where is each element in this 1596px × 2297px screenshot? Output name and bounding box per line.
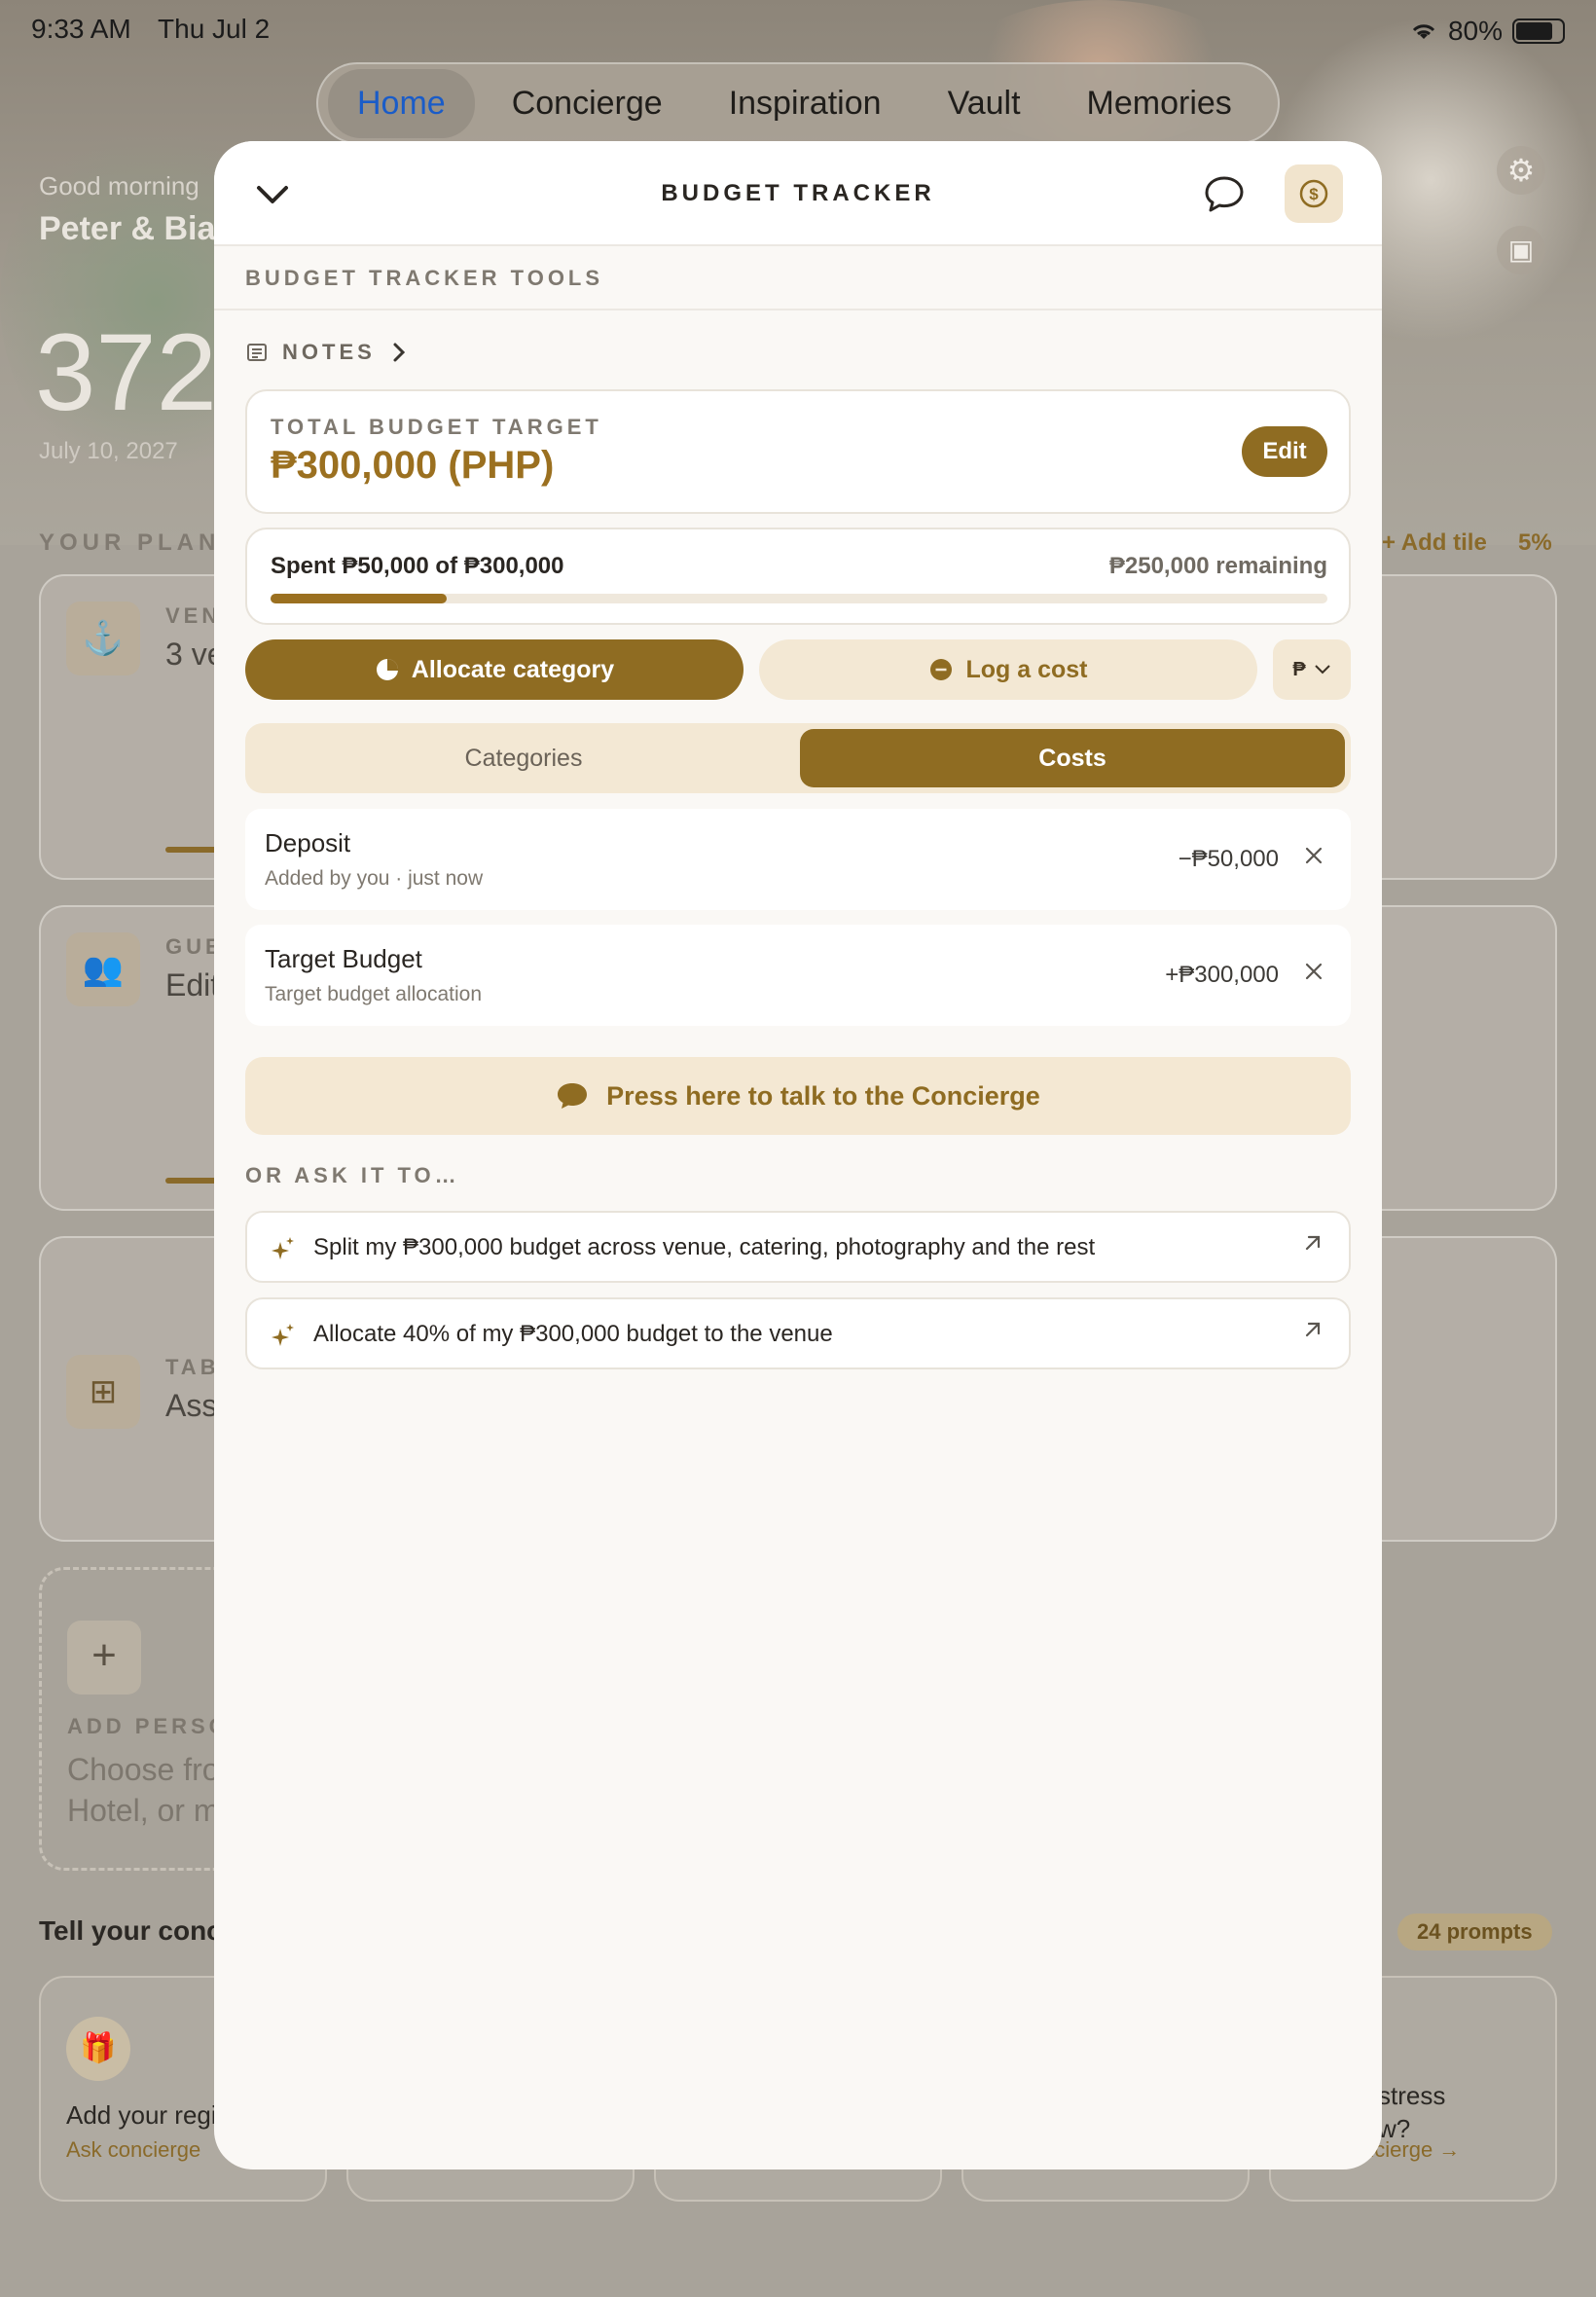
notes-link[interactable]: NOTES: [245, 340, 409, 365]
status-bar: 9:33 AM Thu Jul 2 80%: [31, 14, 1565, 49]
battery-percent: 80%: [1447, 16, 1503, 46]
dollar-button[interactable]: $: [1285, 164, 1343, 223]
tools-heading: BUDGET TRACKER TOOLS: [245, 266, 604, 290]
chevron-right-icon: [393, 343, 405, 362]
talk-to-concierge-button[interactable]: Press here to talk to the Concierge: [245, 1057, 1351, 1135]
prompt-title: Add your regi: [66, 2100, 217, 2130]
status-time: 9:33 AM: [31, 14, 131, 44]
sparkle-icon: [272, 1324, 294, 1346]
add-image-icon[interactable]: ▣: [1497, 226, 1545, 274]
log-cost-label: Log a cost: [965, 655, 1088, 683]
spent-progress-fill: [271, 594, 448, 603]
close-icon[interactable]: [1300, 842, 1327, 869]
chevron-down-icon: [1314, 665, 1330, 675]
divider: [214, 309, 1382, 310]
card-label: TAB: [165, 1355, 220, 1379]
spent-summary: Spent ₱50,000 of ₱300,000 ₱250,000 remai…: [245, 528, 1351, 625]
prompt-title: stress w?: [1378, 2081, 1446, 2143]
prompts-badge: 24 prompts: [1397, 1914, 1552, 1951]
add-tile-button[interactable]: + Add tile: [1382, 529, 1487, 557]
cost-row[interactable]: Deposit Added by you · just now −₱50,000: [245, 809, 1351, 910]
sparkle-icon: [272, 1237, 294, 1259]
couple-names: Peter & Biar: [39, 210, 229, 247]
spent-progress-track: [271, 594, 1327, 603]
tab-costs[interactable]: Costs: [800, 729, 1345, 787]
currency-select[interactable]: ₱: [1273, 639, 1351, 700]
allocate-category-button[interactable]: Allocate category: [245, 639, 744, 700]
cost-subtitle: Added by you · just now: [265, 867, 484, 890]
dollar-icon: $: [1299, 179, 1328, 208]
card-value: Edit: [165, 967, 220, 1003]
chat-bubble-icon[interactable]: [1203, 172, 1246, 215]
total-budget-amount: ₱300,000 (PHP): [271, 444, 555, 487]
gear-icon[interactable]: ⚙: [1497, 146, 1545, 195]
suggestion-item[interactable]: Allocate 40% of my ₱300,000 budget to th…: [245, 1297, 1351, 1369]
countdown-number: 372: [35, 311, 217, 433]
your-plan-heading: YOUR PLAN: [39, 529, 221, 556]
wedding-date: July 10, 2027: [39, 438, 178, 464]
add-personal-desc: Choose fro Hotel, or m: [67, 1752, 220, 1828]
cost-amount: −₱50,000: [1178, 846, 1279, 872]
cost-amount: +₱300,000: [1165, 962, 1279, 988]
pie-chart-icon: [376, 659, 398, 680]
arrow-up-right-icon: [1305, 1322, 1321, 1337]
action-row: Allocate category Log a cost ₱: [245, 639, 1351, 700]
allocate-category-label: Allocate category: [411, 655, 615, 683]
status-day: Thu Jul 2: [158, 14, 271, 44]
people-icon: 👥: [66, 932, 140, 1006]
budget-tracker-modal: BUDGET TRACKER $ BUDGET TRACKER TOOLS NO…: [214, 141, 1382, 2169]
tab-categories[interactable]: Categories: [251, 729, 796, 787]
log-cost-button[interactable]: Log a cost: [759, 639, 1257, 700]
remaining-text: ₱250,000 remaining: [1108, 553, 1327, 579]
battery-icon: [1512, 18, 1565, 44]
close-icon[interactable]: [1300, 958, 1327, 985]
card-label: VEN: [165, 603, 222, 628]
ask-concierge-link[interactable]: Ask concierge: [66, 2137, 200, 2163]
gift-icon: 🎁: [66, 2017, 130, 2081]
pin-icon: ⚓: [66, 602, 140, 675]
tab-inspiration[interactable]: Inspiration: [700, 69, 911, 138]
suggestion-text: Allocate 40% of my ₱300,000 budget to th…: [313, 1321, 833, 1347]
svg-text:$: $: [1309, 185, 1319, 203]
tell-concierge-heading: Tell your conci: [39, 1915, 230, 1946]
plan-percent: 5%: [1518, 529, 1552, 556]
spent-text: Spent ₱50,000 of ₱300,000: [271, 553, 564, 579]
tab-home[interactable]: Home: [328, 68, 475, 138]
total-budget-card: TOTAL BUDGET TARGET ₱300,000 (PHP) Edit: [245, 389, 1351, 514]
edit-budget-button[interactable]: Edit: [1242, 426, 1327, 477]
tab-vault[interactable]: Vault: [919, 69, 1050, 138]
cost-name: Deposit: [265, 828, 351, 857]
card-value: Ass: [165, 1388, 218, 1423]
greeting: Good morning: [39, 171, 200, 201]
currency-symbol: ₱: [1292, 658, 1306, 680]
plus-icon: +: [67, 1621, 141, 1695]
minus-circle-icon: [930, 659, 953, 680]
notes-icon: [247, 344, 267, 361]
arrow-up-right-icon: [1305, 1235, 1321, 1251]
add-personal-title: ADD PERSO: [67, 1714, 230, 1738]
talk-label: Press here to talk to the Concierge: [606, 1080, 1040, 1111]
total-budget-label: TOTAL BUDGET TARGET: [271, 415, 602, 439]
top-nav: Home Concierge Inspiration Vault Memorie…: [316, 62, 1280, 144]
notes-label: NOTES: [282, 340, 376, 364]
or-ask-heading: OR ASK IT TO…: [245, 1163, 460, 1187]
wifi-icon: [1412, 24, 1435, 39]
suggestion-item[interactable]: Split my ₱300,000 budget across venue, c…: [245, 1211, 1351, 1283]
cost-subtitle: Target budget allocation: [265, 983, 482, 1005]
suggestion-text: Split my ₱300,000 budget across venue, c…: [313, 1234, 1096, 1260]
modal-header: BUDGET TRACKER $: [214, 141, 1382, 246]
tab-concierge[interactable]: Concierge: [483, 69, 692, 138]
grid-icon: ⊞: [66, 1355, 140, 1429]
chat-bubble-icon: [558, 1083, 588, 1109]
cost-name: Target Budget: [265, 944, 422, 973]
cost-row[interactable]: Target Budget Target budget allocation +…: [245, 925, 1351, 1026]
view-toggle: Categories Costs: [245, 723, 1351, 793]
tab-memories[interactable]: Memories: [1058, 69, 1261, 138]
